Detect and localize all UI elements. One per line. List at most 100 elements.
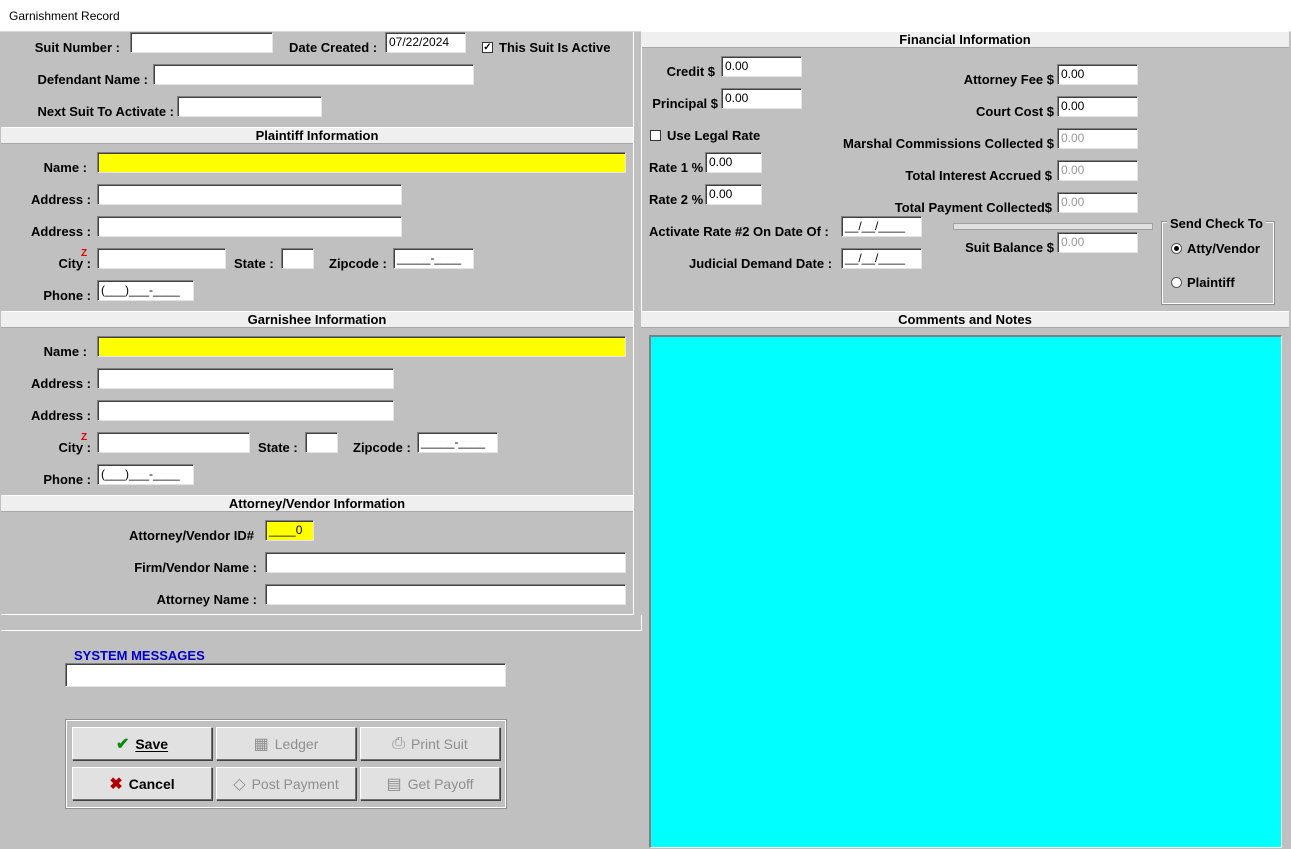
garnishee-address1-label: Address : bbox=[31, 376, 91, 391]
send-check-group bbox=[1161, 221, 1275, 305]
get-payoff-button-label: Get Payoff bbox=[407, 775, 474, 792]
marshal-commissions-label: Marshal Commissions Collected $ bbox=[843, 136, 1054, 151]
plaintiff-state-label: State : bbox=[234, 256, 274, 271]
firm-name-label: Firm/Vendor Name : bbox=[134, 560, 257, 575]
attorney-id-label: Attorney/Vendor ID# bbox=[129, 528, 254, 543]
send-check-title: Send Check To bbox=[1167, 216, 1266, 231]
garnishee-address2-label: Address : bbox=[31, 408, 91, 423]
title-bar: Garnishment Record bbox=[0, 0, 1291, 32]
post-payment-button[interactable]: ◇ Post Payment bbox=[216, 767, 356, 800]
attorney-name-input[interactable] bbox=[265, 584, 626, 605]
garnishee-phone-label: Phone : bbox=[43, 472, 91, 487]
garnishee-city-label: City : bbox=[58, 440, 92, 455]
plaintiff-address1-input[interactable] bbox=[97, 184, 402, 205]
garnishee-name-input[interactable] bbox=[97, 336, 626, 357]
plaintiff-city-input[interactable] bbox=[97, 248, 226, 269]
credit-label: Credit $ bbox=[666, 64, 715, 79]
garnishee-address1-input[interactable] bbox=[97, 368, 394, 389]
principal-input[interactable]: 0.00 bbox=[721, 88, 802, 109]
plaintiff-state-input[interactable] bbox=[281, 248, 314, 269]
legal-rate-label: Use Legal Rate bbox=[667, 128, 761, 143]
x-mark-icon: ✖ bbox=[109, 775, 123, 793]
date-created-label: Date Created : bbox=[289, 40, 378, 55]
attorney-fee-input[interactable]: 0.00 bbox=[1057, 64, 1138, 85]
save-button[interactable]: ✔ Save bbox=[72, 727, 212, 760]
judicial-demand-label: Judicial Demand Date : bbox=[689, 256, 833, 271]
print-suit-button[interactable]: ⎙ Print Suit bbox=[360, 727, 500, 760]
date-created-input[interactable]: 07/22/2024 bbox=[385, 32, 466, 53]
next-suit-input[interactable] bbox=[177, 96, 322, 117]
garnishee-section-header: Garnishee Information bbox=[1, 311, 633, 328]
save-button-label: Save bbox=[135, 735, 169, 752]
ledger-button-label: Ledger bbox=[274, 735, 319, 752]
left-panel-bottom-edge bbox=[1, 630, 641, 631]
garnishee-zip-input[interactable]: _____-____ bbox=[417, 432, 498, 453]
balance-separator bbox=[953, 223, 1153, 230]
garnishee-zip-label: Zipcode : bbox=[353, 440, 411, 455]
left-panel-corner-edge bbox=[641, 615, 642, 631]
payment-collected-label: Total Payment Collected$ bbox=[894, 200, 1052, 215]
plaintiff-zip-label: Zipcode : bbox=[329, 256, 387, 271]
garnishee-state-label: State : bbox=[258, 440, 298, 455]
send-atty-radio[interactable] bbox=[1171, 243, 1182, 254]
plaintiff-section-header: Plaintiff Information bbox=[1, 127, 633, 144]
comments-section-header: Comments and Notes bbox=[641, 311, 1289, 328]
attorney-name-label: Attorney Name : bbox=[156, 592, 257, 607]
plaintiff-address2-label: Address : bbox=[31, 224, 91, 239]
interest-accrued-label: Total Interest Accrued $ bbox=[905, 168, 1052, 183]
garnishee-city-input[interactable] bbox=[97, 432, 250, 453]
attorney-bottom-divider bbox=[1, 614, 633, 615]
print-suit-button-label: Print Suit bbox=[411, 735, 468, 752]
suit-number-input[interactable] bbox=[130, 32, 273, 53]
marshal-commissions-field: 0.00 bbox=[1057, 128, 1138, 149]
system-messages-label: SYSTEM MESSAGES bbox=[74, 648, 205, 663]
plaintiff-address2-input[interactable] bbox=[97, 216, 402, 237]
plaintiff-name-input[interactable] bbox=[97, 152, 626, 173]
plaintiff-phone-label: Phone : bbox=[43, 288, 91, 303]
suit-number-label: Suit Number : bbox=[34, 40, 120, 55]
court-cost-label: Court Cost $ bbox=[976, 104, 1054, 119]
suit-balance-field: 0.00 bbox=[1057, 232, 1138, 253]
eraser-icon: ◇ bbox=[233, 775, 246, 793]
defendant-label: Defendant Name : bbox=[37, 72, 148, 87]
plaintiff-city-label: City : bbox=[58, 256, 92, 271]
rate1-label: Rate 1 % bbox=[649, 160, 704, 175]
plaintiff-phone-input[interactable]: (___)___-____ bbox=[97, 280, 194, 301]
attorney-section-header: Attorney/Vendor Information bbox=[1, 495, 633, 512]
plaintiff-name-label: Name : bbox=[43, 160, 87, 175]
plaintiff-zip-input[interactable]: _____-____ bbox=[393, 248, 474, 269]
attorney-id-input[interactable]: ____0 bbox=[265, 520, 314, 541]
firm-name-input[interactable] bbox=[265, 552, 626, 573]
send-plaintiff-radio[interactable] bbox=[1171, 277, 1182, 288]
financial-section-header: Financial Information bbox=[641, 31, 1289, 48]
get-payoff-button[interactable]: ▤ Get Payoff bbox=[360, 767, 500, 800]
defendant-input[interactable] bbox=[153, 64, 474, 85]
left-panel-right-divider bbox=[633, 32, 634, 615]
cancel-button[interactable]: ✖ Cancel bbox=[72, 767, 212, 800]
court-cost-input[interactable]: 0.00 bbox=[1057, 96, 1138, 117]
system-messages-field bbox=[65, 663, 506, 687]
principal-label: Principal $ bbox=[652, 96, 718, 111]
window-title: Garnishment Record bbox=[9, 9, 120, 23]
garnishee-phone-input[interactable]: (___)___-____ bbox=[97, 464, 194, 485]
active-checkbox[interactable]: ✓ bbox=[482, 42, 493, 53]
garnishee-address2-input[interactable] bbox=[97, 400, 394, 421]
garnishee-state-input[interactable] bbox=[305, 432, 338, 453]
checkmark-icon: ✔ bbox=[115, 735, 130, 753]
suit-balance-label: Suit Balance $ bbox=[965, 240, 1054, 255]
legal-rate-checkbox[interactable] bbox=[650, 130, 661, 141]
rate2-label: Rate 2 % bbox=[649, 192, 704, 207]
credit-input[interactable]: 0.00 bbox=[721, 56, 802, 77]
rate2-input[interactable]: 0.00 bbox=[705, 184, 762, 205]
interest-accrued-field: 0.00 bbox=[1057, 160, 1138, 181]
post-payment-button-label: Post Payment bbox=[251, 775, 339, 792]
ledger-grid-icon: ▦ bbox=[253, 735, 269, 753]
send-plaintiff-label: Plaintiff bbox=[1187, 275, 1235, 290]
comments-textarea[interactable] bbox=[649, 335, 1282, 848]
rate1-input[interactable]: 0.00 bbox=[705, 152, 762, 173]
active-label: This Suit Is Active bbox=[499, 40, 611, 55]
send-atty-label: Atty/Vendor bbox=[1187, 241, 1260, 256]
ledger-button[interactable]: ▦ Ledger bbox=[216, 727, 356, 760]
financial-left-edge bbox=[641, 47, 642, 311]
activate-rate-input[interactable]: __/__/____ bbox=[841, 216, 922, 237]
